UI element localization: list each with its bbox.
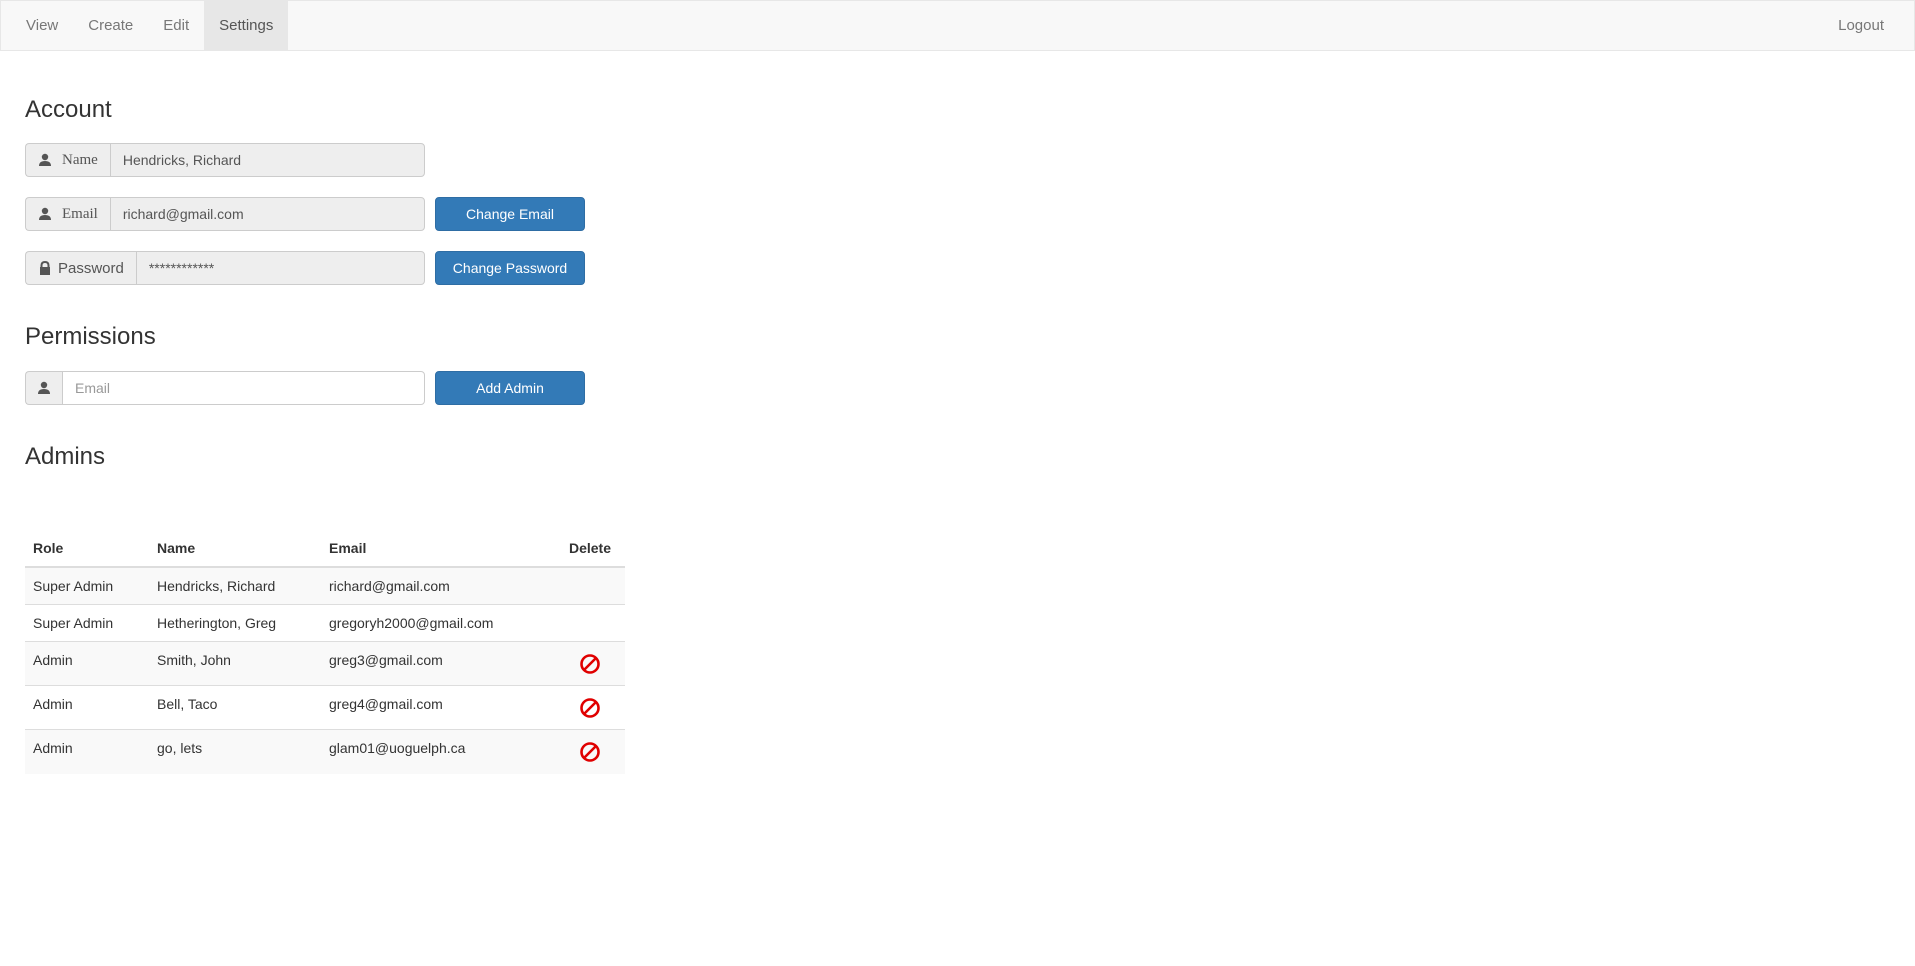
nav-tabs: View Create Edit Settings xyxy=(1,1,289,50)
name-input-group: Name xyxy=(25,143,425,177)
cell-name: Hendricks, Richard xyxy=(149,566,321,605)
cell-delete xyxy=(555,685,625,730)
cell-role: Admin xyxy=(25,729,149,774)
password-row: Password Change Password xyxy=(25,251,585,285)
cell-email: greg4@gmail.com xyxy=(321,685,555,730)
cell-name: Smith, John xyxy=(149,641,321,686)
password-input-group: Password xyxy=(25,251,425,285)
logout-link[interactable]: Logout xyxy=(1813,1,1914,50)
no-entry-icon[interactable] xyxy=(579,741,601,763)
permissions-heading: Permissions xyxy=(25,323,156,350)
cell-delete xyxy=(555,604,625,642)
email-input-group: Email xyxy=(25,197,425,231)
table-row: Admin Bell, Taco greg4@gmail.com xyxy=(25,685,625,730)
email-addon: Email xyxy=(25,197,110,231)
nav-tab-view[interactable]: View xyxy=(1,1,73,50)
email-row: Email Change Email xyxy=(25,197,585,231)
add-admin-button[interactable]: Add Admin xyxy=(435,371,585,405)
nav-tab-edit[interactable]: Edit xyxy=(148,1,204,50)
add-admin-addon xyxy=(25,371,62,405)
change-password-button[interactable]: Change Password xyxy=(435,251,585,285)
add-admin-input-group xyxy=(25,371,425,405)
user-icon xyxy=(39,153,51,166)
column-header-email: Email xyxy=(321,530,555,568)
cell-email: richard@gmail.com xyxy=(321,566,555,605)
cell-delete xyxy=(555,641,625,686)
account-heading: Account xyxy=(25,96,112,123)
cell-role: Admin xyxy=(25,641,149,686)
cell-role: Super Admin xyxy=(25,604,149,642)
name-addon: Name xyxy=(25,143,110,177)
cell-role: Super Admin xyxy=(25,566,149,605)
name-row: Name xyxy=(25,143,425,177)
admins-heading: Admins xyxy=(25,443,106,470)
table-row: Super Admin Hendricks, Richard richard@g… xyxy=(25,566,625,605)
cell-email: glam01@uoguelph.ca xyxy=(321,729,555,774)
email-label: Email xyxy=(62,205,98,222)
password-field[interactable] xyxy=(135,251,425,285)
cell-name: go, lets xyxy=(149,729,321,774)
column-header-name: Name xyxy=(149,530,321,568)
cell-name: Hetherington, Greg xyxy=(149,604,321,642)
lock-icon xyxy=(40,261,50,275)
table-row: Super Admin Hetherington, Greg gregoryh2… xyxy=(25,604,625,642)
table-row: Admin go, lets glam01@uoguelph.ca xyxy=(25,729,625,774)
table-row: Admin Smith, John greg3@gmail.com xyxy=(25,641,625,686)
cell-delete xyxy=(555,566,625,605)
table-header-row: Role Name Email Delete xyxy=(25,530,625,568)
cell-name: Bell, Taco xyxy=(149,685,321,730)
name-field[interactable] xyxy=(109,143,425,177)
top-navbar: View Create Edit Settings Logout xyxy=(0,0,1915,51)
column-header-delete: Delete xyxy=(555,530,625,568)
user-icon xyxy=(38,381,50,394)
password-addon: Password xyxy=(25,251,136,285)
no-entry-icon[interactable] xyxy=(579,697,601,719)
no-entry-icon[interactable] xyxy=(579,653,601,675)
cell-delete xyxy=(555,729,625,774)
nav-tab-settings[interactable]: Settings xyxy=(204,1,289,50)
cell-email: gregoryh2000@gmail.com xyxy=(321,604,555,642)
nav-tab-create[interactable]: Create xyxy=(73,1,148,50)
column-header-role: Role xyxy=(25,530,149,568)
user-icon xyxy=(39,207,51,220)
change-email-button[interactable]: Change Email xyxy=(435,197,585,231)
name-label: Name xyxy=(62,151,98,168)
admin-email-input[interactable] xyxy=(62,371,425,405)
admins-table: Role Name Email Delete Super Admin Hendr… xyxy=(25,530,625,774)
cell-role: Admin xyxy=(25,685,149,730)
password-label: Password xyxy=(58,259,124,277)
add-admin-row: Add Admin xyxy=(25,371,585,405)
cell-email: greg3@gmail.com xyxy=(321,641,555,686)
email-field[interactable] xyxy=(109,197,425,231)
